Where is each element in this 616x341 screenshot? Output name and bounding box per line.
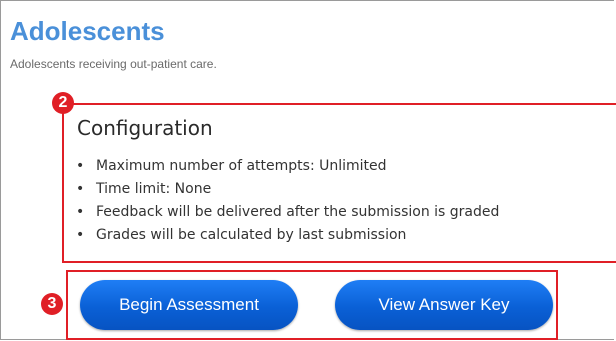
configuration-heading: Configuration [77,116,213,140]
config-item-label: Time limit: None [96,181,212,197]
page-title: Adolescents [10,16,165,46]
bullet-icon: • [76,181,85,197]
config-item-grades: • Grades will be calculated by last submi… [74,224,499,247]
bullet-icon: • [76,204,85,220]
begin-assessment-button[interactable]: Begin Assessment [80,280,298,330]
config-item-attempts: • Maximum number of attempts: Unlimited [74,155,499,178]
configuration-list: • Maximum number of attempts: Unlimited •… [74,155,499,247]
bullet-icon: • [76,227,85,243]
config-item-feedback: • Feedback will be delivered after the su… [74,201,499,224]
config-item-label: Maximum number of attempts: Unlimited [96,158,387,174]
config-item-time-limit: • Time limit: None [74,178,499,201]
bullet-icon: • [76,158,85,174]
config-item-label: Feedback will be delivered after the sub… [96,204,500,220]
view-answer-key-button[interactable]: View Answer Key [335,280,553,330]
callout-badge-buttons: 3 [41,293,63,315]
callout-badge-configuration: 2 [52,92,74,114]
config-item-label: Grades will be calculated by last submis… [96,227,407,243]
page-subtitle: Adolescents receiving out-patient care. [10,57,217,71]
